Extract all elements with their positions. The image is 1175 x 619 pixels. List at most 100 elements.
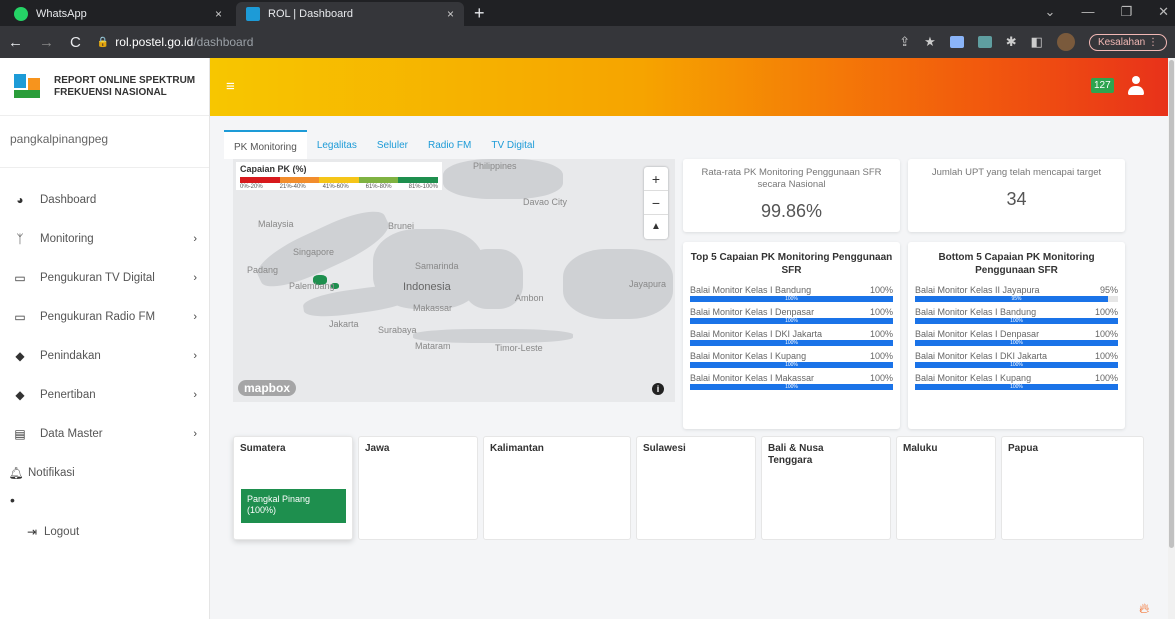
close-tab-icon[interactable]: × [447,7,454,21]
close-tab-icon[interactable]: × [215,7,222,21]
legend-range-label: 41%-60% [322,184,349,190]
map-label: Jayapura [629,279,667,289]
region-card-jawa: Jawa [358,436,478,540]
rank-head: Balai Monitor Kelas I Makassar 100% [690,373,893,383]
rol-favicon-icon [246,7,260,21]
chevron-right-icon: › [193,271,197,284]
tab-whatsapp[interactable]: WhatsApp × [4,2,232,26]
map-zoom-controls: + − ▲ [644,167,668,239]
sidebar-item-pengukuran-tv-digital[interactable]: ▭ Pengukuran TV Digital › [0,258,209,297]
puzzle-extensions-icon[interactable]: ✱ [1006,34,1017,50]
minimize-icon[interactable]: — [1081,4,1094,20]
top5-card: Top 5 Capaian PK Monitoring Penggunaan S… [683,242,900,429]
close-window-icon[interactable]: ✕ [1158,4,1169,20]
notification-badge[interactable]: 127 [1091,78,1114,93]
zoom-in-button[interactable]: + [644,167,668,191]
sidebar: REPORT ONLINE SPEKTRUM FREKUENSI NASIONA… [0,58,210,619]
info-icon[interactable]: i [652,383,664,395]
username: pangkalpinangpeg [0,116,209,168]
new-tab-button[interactable]: + [474,4,485,22]
rank-percent: 95% [1099,285,1118,295]
rank-progress-bar: 100% [915,340,1118,346]
window-controls: ⌄ — ❐ ✕ [1045,4,1169,20]
rank-name: Balai Monitor Kelas I Kupang [690,351,807,361]
map-label: Surabaya [378,325,417,335]
forward-icon[interactable]: → [39,34,54,51]
share-icon[interactable]: ⇪ [899,34,910,50]
tab-pk-monitoring[interactable]: PK Monitoring [224,130,307,159]
tab-rol-dashboard[interactable]: ROL | Dashboard × [236,2,464,26]
rank-row: Balai Monitor Kelas I Bandung 100% 100% [690,285,893,307]
reload-icon[interactable]: C [70,34,81,51]
sidebar-item-dashboard[interactable]: ◕ Dashboard [0,180,209,219]
zoom-out-button[interactable]: − [644,191,668,215]
restore-icon[interactable]: ❐ [1120,4,1132,20]
map-label: Brunei [388,221,415,231]
rank-progress-label: 100% [785,384,798,390]
whatsapp-icon [14,7,28,21]
rank-head: Balai Monitor Kelas I DKI Jakarta 100% [690,329,893,339]
map-label: Malaysia [258,219,294,229]
profile-avatar-icon[interactable] [1056,33,1075,51]
side-panel-icon[interactable]: ◧ [1031,34,1043,50]
bottom5-card: Bottom 5 Capaian PK Monitoring Penggunaa… [908,242,1125,429]
url-field[interactable]: 🔒 rol.postel.go.id /dashboard [97,35,697,49]
top5-list: Balai Monitor Kelas I Bandung 100% 100% Bal… [683,277,900,395]
address-bar: ← → C 🔒 rol.postel.go.id /dashboard ⇪ ★ … [0,26,1175,58]
scrollbar-thumb[interactable] [1169,60,1174,548]
indonesia-map[interactable]: Philippines Davao City Malaysia Brunei S… [233,159,675,402]
profile-error-button[interactable]: Kesalahan ⋮ [1088,33,1167,51]
brand[interactable]: REPORT ONLINE SPEKTRUM FREKUENSI NASIONA… [0,58,209,116]
rank-row: Balai Monitor Kelas I Denpasar 100% 100% [915,329,1118,351]
tab-title: ROL | Dashboard [268,8,353,20]
rank-progress-bar: 100% [915,362,1118,368]
sidebar-item-label: Pengukuran Radio FM [40,310,156,323]
region-card-bali-nusa-tenggara: Bali & Nusa Tenggara [761,436,891,540]
url-host: rol.postel.go.id [115,35,194,49]
tab-legalitas[interactable]: Legalitas [307,130,367,159]
map-label: Philippines [473,161,517,171]
sidebar-item-label: Dashboard [40,193,97,206]
sidebar-item-penertiban[interactable]: ◆ Penertiban › [0,375,209,414]
sidebar-item-penindakan[interactable]: ◆ Penindakan › [0,336,209,375]
sidebar-item-logout[interactable]: ⇥ Logout [0,512,209,551]
tab-seluler[interactable]: Seluler [367,130,418,159]
legend-swatch [279,177,320,183]
rank-percent: 100% [1094,351,1118,361]
map-landmass [463,249,523,309]
sidebar-item-monitoring[interactable]: ᛉ Monitoring › [0,219,209,258]
mapbox-logo[interactable]: mapbox [238,380,297,396]
bookmark-star-icon[interactable]: ★ [924,34,936,50]
monitor-icon: ▭ [14,309,26,324]
map-label: Palembang [289,281,335,291]
extension-icon[interactable] [949,36,964,48]
back-icon[interactable]: ← [8,34,23,51]
map-label: Singapore [293,247,335,257]
legend-swatch [319,177,359,183]
legend-swatch [398,177,438,183]
user-icon[interactable] [1126,76,1146,96]
flame-icon[interactable]: 🔥︎ [1139,600,1149,617]
rank-row: Balai Monitor Kelas I Kupang 100% 100% [690,351,893,373]
rank-progress-bar: 100% [690,384,893,390]
legend-range-label: 61%-80% [365,184,392,190]
rank-progress-bar: 100% [690,362,893,368]
rank-percent: 100% [1094,307,1118,317]
rank-progress-label: 100% [1010,362,1023,368]
compass-button[interactable]: ▲ [644,215,668,239]
tab-tv-digital[interactable]: TV Digital [481,130,544,159]
extension-icon[interactable] [977,36,992,48]
sidebar-item-data-master[interactable]: ▤ Data Master › [0,414,209,453]
sidebar-item-notifikasi[interactable]: 🔔︎ Notifikasi [0,453,209,492]
stat-title: Jumlah UPT yang telah mencapai target [931,167,1102,178]
province-chip-pangkal-pinang[interactable]: Pangkal Pinang (100%) [241,489,346,523]
page-scrollbar[interactable] [1168,58,1175,619]
sidebar-item-pengukuran-radio-fm[interactable]: ▭ Pengukuran Radio FM › [0,297,209,336]
tab-search-icon[interactable]: ⌄ [1045,4,1056,20]
shield-icon: ◆ [15,387,25,402]
chevron-right-icon: › [193,232,197,245]
hamburger-menu-icon[interactable]: ≡ [226,78,235,95]
tab-radio-fm[interactable]: Radio FM [418,130,481,159]
rank-progress-label: 100% [785,362,798,368]
region-card-papua: Papua [1001,436,1144,540]
